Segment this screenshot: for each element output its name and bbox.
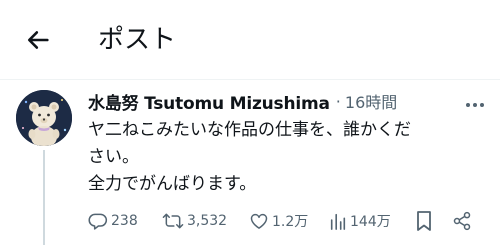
avatar[interactable]	[16, 90, 72, 146]
author-name[interactable]: 水島努 Tsutomu Mizushima	[88, 89, 330, 114]
repost-count: 3,532	[187, 213, 228, 229]
share-button[interactable]	[452, 206, 472, 236]
separator-dot: ·	[335, 91, 341, 111]
top-bar: ポスト	[0, 0, 500, 80]
tweet-header: 水島努 Tsutomu Mizushima · 16時間	[88, 89, 397, 114]
views-bar-chart-icon	[329, 211, 347, 231]
view-count: 144万	[350, 214, 391, 230]
tweet-text-line: さい。	[88, 147, 139, 167]
page-title: ポスト	[98, 25, 177, 55]
timestamp[interactable]: 16時間	[345, 89, 397, 113]
reply-button[interactable]: 238	[88, 206, 138, 236]
header-divider	[0, 79, 500, 80]
back-button[interactable]	[20, 24, 56, 60]
tweet-text-line: 全力でがんばります。	[88, 174, 257, 194]
bookmark-icon	[415, 210, 433, 232]
more-options-button[interactable]	[460, 92, 490, 112]
thread-line	[43, 150, 45, 245]
heart-icon	[249, 211, 269, 231]
share-icon	[452, 211, 472, 231]
more-dots-icon	[465, 93, 485, 112]
reply-icon	[88, 211, 108, 231]
repost-button[interactable]: 3,532	[162, 206, 227, 236]
views-button[interactable]: 144万	[329, 206, 391, 236]
repost-icon	[162, 211, 184, 231]
arrow-left-icon	[24, 26, 52, 58]
tweet-actions: 238 3,532 1.2万 144万	[82, 206, 494, 236]
tweet-text-line: ヤ二ねこみたいな作品の仕事を、誰かくだ	[88, 120, 411, 140]
bookmark-button[interactable]	[415, 206, 433, 236]
like-button[interactable]: 1.2万	[249, 206, 308, 236]
reply-count: 238	[111, 213, 138, 229]
like-count: 1.2万	[272, 214, 309, 230]
tweet-text: ヤ二ねこみたいな作品の仕事を、誰かくだ さい。 全力でがんばります。	[88, 117, 490, 198]
